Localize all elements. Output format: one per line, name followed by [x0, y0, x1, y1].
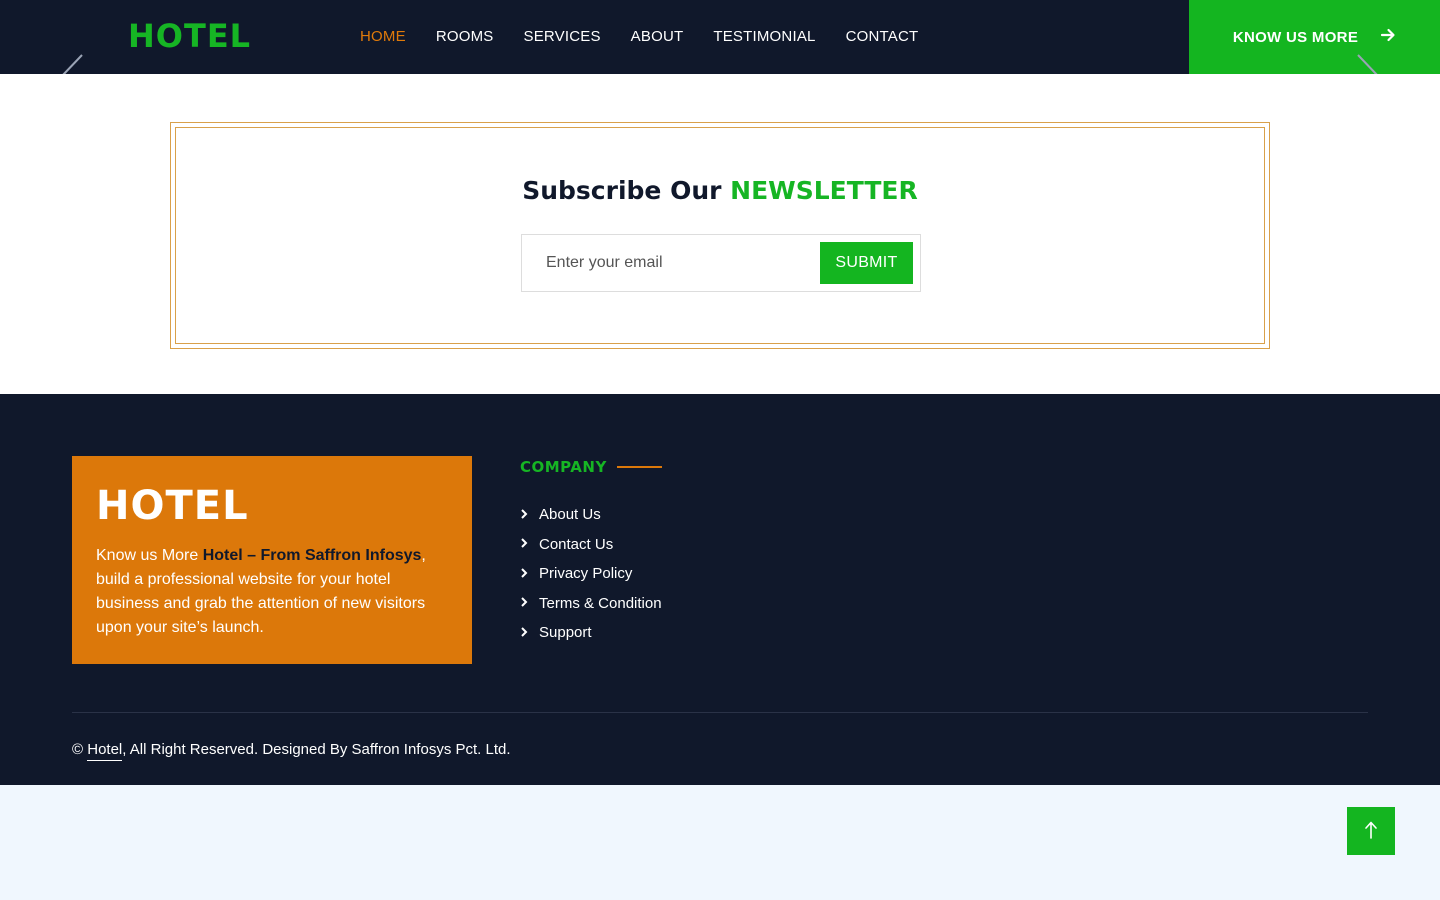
company-heading: COMPANY [520, 456, 662, 478]
brand-logo[interactable]: HOTEL [128, 16, 251, 56]
nav-link-services[interactable]: SERVICES [523, 27, 600, 47]
newsletter-title: Subscribe Our NEWSLETTER [176, 174, 1264, 208]
footer-link-label: Contact Us [539, 535, 614, 553]
footer-link-privacy-policy[interactable]: Privacy Policy [520, 559, 662, 589]
about-card: HOTEL Know us More Hotel – From Saffron … [72, 456, 472, 664]
nav-link-testimonial[interactable]: TESTIMONIAL [713, 27, 815, 47]
nav-link-rooms[interactable]: ROOMS [436, 27, 494, 47]
footer-divider [72, 712, 1368, 713]
arrow-up-icon [1364, 820, 1378, 843]
submit-button[interactable]: SUBMIT [820, 242, 913, 284]
about-text: Know us More Hotel – From Saffron Infosy… [96, 544, 446, 640]
chevron-right-icon [520, 567, 539, 581]
newsletter-title-accent: NEWSLETTER [730, 176, 918, 205]
copyright-symbol: © [72, 741, 84, 758]
newsletter-frame: Subscribe Our NEWSLETTER SUBMIT [170, 122, 1270, 349]
page: HOTEL HOME ROOMS SERVICES ABOUT TESTIMON… [0, 0, 1440, 900]
chevron-right-icon [520, 596, 539, 610]
footer: HOTEL Know us More Hotel – From Saffron … [0, 394, 1440, 785]
heading-divider [616, 466, 662, 468]
footer-link-label: Privacy Policy [539, 565, 633, 583]
footer-link-terms[interactable]: Terms & Condition [520, 589, 662, 619]
footer-link-support[interactable]: Support [520, 618, 662, 648]
newsletter-form: SUBMIT [521, 234, 921, 292]
newsletter-inner-frame: Subscribe Our NEWSLETTER SUBMIT [175, 127, 1265, 344]
navbar: HOTEL HOME ROOMS SERVICES ABOUT TESTIMON… [0, 0, 1440, 74]
email-input[interactable] [522, 235, 812, 291]
chevron-right-icon [520, 508, 539, 522]
copyright-suffix: , All Right Reserved. Designed By Saffro… [122, 741, 511, 758]
newsletter-title-prefix: Subscribe Our [522, 176, 731, 205]
company-column: COMPANY About Us Contact Us Privacy Poli… [520, 456, 662, 648]
main-nav: HOME ROOMS SERVICES ABOUT TESTIMONIAL CO… [360, 27, 948, 47]
back-to-top-button[interactable] [1347, 807, 1395, 855]
nav-link-contact[interactable]: CONTACT [846, 27, 919, 47]
know-us-more-label: KNOW US MORE [1232, 28, 1359, 46]
chevron-right-icon [520, 537, 539, 551]
footer-link-about-us[interactable]: About Us [520, 500, 662, 530]
company-links: About Us Contact Us Privacy Policy Terms… [520, 500, 662, 648]
arrow-right-icon [1380, 27, 1396, 48]
newsletter-section: Subscribe Our NEWSLETTER SUBMIT [0, 74, 1440, 394]
company-heading-label: COMPANY [520, 458, 607, 476]
nav-link-about[interactable]: ABOUT [631, 27, 684, 47]
chevron-right-icon [520, 626, 539, 640]
copyright: © Hotel, All Right Reserved. Designed By… [72, 740, 511, 761]
footer-link-label: Terms & Condition [539, 594, 662, 612]
footer-brand[interactable]: HOTEL [96, 484, 249, 528]
about-text-strong: Hotel – From Saffron Infosys [202, 547, 422, 564]
footer-link-label: Support [539, 624, 592, 642]
nav-link-home[interactable]: HOME [360, 27, 406, 47]
copyright-hotel-link[interactable]: Hotel [87, 741, 123, 761]
know-us-more-button[interactable]: KNOW US MORE [1189, 0, 1440, 74]
about-text-prefix: Know us More [96, 547, 203, 564]
footer-link-contact-us[interactable]: Contact Us [520, 530, 662, 560]
footer-link-label: About Us [539, 506, 601, 524]
